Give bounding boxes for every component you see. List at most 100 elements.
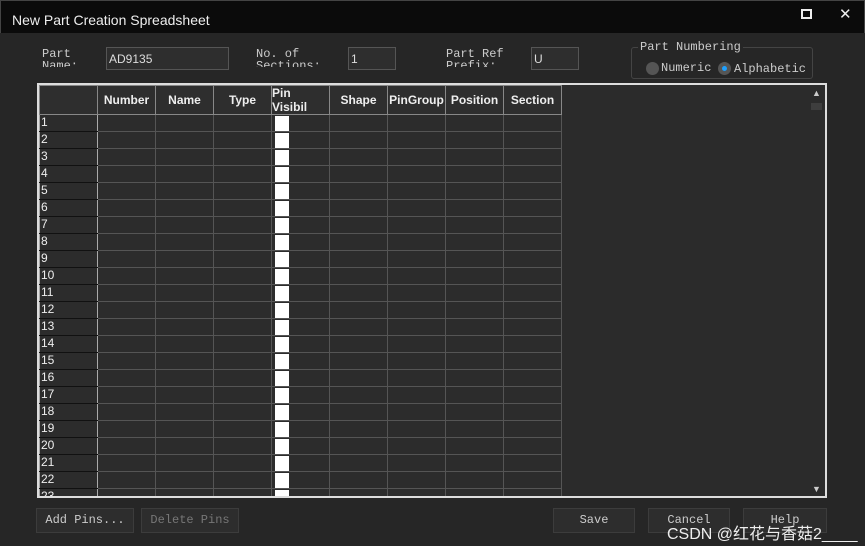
grid-cell[interactable] (387, 471, 446, 489)
pin-visible-checkbox[interactable] (275, 422, 289, 437)
grid-cell[interactable] (329, 420, 388, 438)
alphabetic-label[interactable]: Alphabetic (734, 63, 806, 75)
grid-cell[interactable] (329, 233, 388, 251)
grid-cell[interactable] (387, 114, 446, 132)
grid-cell[interactable] (387, 199, 446, 217)
grid-cell[interactable] (329, 403, 388, 421)
grid-cell[interactable] (213, 454, 272, 472)
grid-cell[interactable] (97, 369, 156, 387)
row-header[interactable]: 6 (39, 199, 98, 217)
column-header[interactable]: Shape (329, 85, 388, 115)
row-header[interactable]: 4 (39, 165, 98, 183)
grid-cell[interactable] (445, 114, 504, 132)
grid-cell[interactable] (271, 131, 330, 149)
grid-cell[interactable] (97, 114, 156, 132)
grid-cell[interactable] (503, 250, 562, 268)
grid-cell[interactable] (329, 148, 388, 166)
pin-visible-checkbox[interactable] (275, 201, 289, 216)
row-header[interactable]: 9 (39, 250, 98, 268)
grid-cell[interactable] (213, 165, 272, 183)
grid-cell[interactable] (97, 318, 156, 336)
grid-cell[interactable] (329, 301, 388, 319)
grid-cell[interactable] (155, 267, 214, 285)
grid-cell[interactable] (503, 148, 562, 166)
pin-visible-checkbox[interactable] (275, 320, 289, 335)
pin-visible-checkbox[interactable] (275, 490, 289, 496)
alphabetic-radio[interactable] (718, 62, 731, 75)
grid-cell[interactable] (503, 335, 562, 353)
grid-cell[interactable] (155, 318, 214, 336)
numeric-radio[interactable] (646, 62, 659, 75)
pin-visible-checkbox[interactable] (275, 286, 289, 301)
pin-visible-checkbox[interactable] (275, 167, 289, 182)
grid-cell[interactable] (445, 284, 504, 302)
grid-cell[interactable] (213, 437, 272, 455)
grid-cell[interactable] (155, 284, 214, 302)
grid-cell[interactable] (271, 352, 330, 370)
row-header[interactable]: 12 (39, 301, 98, 319)
grid-cell[interactable] (445, 148, 504, 166)
grid-cell[interactable] (155, 216, 214, 234)
maximize-icon[interactable] (801, 9, 812, 19)
grid-cell[interactable] (445, 335, 504, 353)
grid-cell[interactable] (445, 403, 504, 421)
grid-cell[interactable] (97, 165, 156, 183)
grid-cell[interactable] (329, 267, 388, 285)
grid-cell[interactable] (213, 267, 272, 285)
grid-cell[interactable] (503, 301, 562, 319)
grid-cell[interactable] (97, 250, 156, 268)
grid-cell[interactable] (213, 114, 272, 132)
grid-cell[interactable] (329, 352, 388, 370)
grid-cell[interactable] (503, 284, 562, 302)
grid-cell[interactable] (155, 454, 214, 472)
grid-cell[interactable] (387, 454, 446, 472)
close-icon[interactable]: ✕ (839, 5, 852, 23)
pin-visible-checkbox[interactable] (275, 303, 289, 318)
grid-cell[interactable] (503, 454, 562, 472)
grid-cell[interactable] (445, 352, 504, 370)
pin-visible-checkbox[interactable] (275, 337, 289, 352)
grid-cell[interactable] (97, 131, 156, 149)
grid-cell[interactable] (503, 352, 562, 370)
grid-cell[interactable] (97, 352, 156, 370)
grid-cell[interactable] (445, 318, 504, 336)
grid-cell[interactable] (503, 199, 562, 217)
grid-cell[interactable] (97, 284, 156, 302)
grid-cell[interactable] (503, 318, 562, 336)
grid-cell[interactable] (329, 182, 388, 200)
column-header[interactable]: Position (445, 85, 504, 115)
grid-cell[interactable] (329, 471, 388, 489)
grid-cell[interactable] (445, 369, 504, 387)
grid-cell[interactable] (503, 471, 562, 489)
grid-cell[interactable] (155, 437, 214, 455)
grid-cell[interactable] (271, 301, 330, 319)
grid-cell[interactable] (503, 233, 562, 251)
grid-cell[interactable] (271, 114, 330, 132)
grid-cell[interactable] (213, 182, 272, 200)
grid-cell[interactable] (329, 250, 388, 268)
grid-cell[interactable] (155, 233, 214, 251)
grid-cell[interactable] (387, 233, 446, 251)
grid-cell[interactable] (329, 454, 388, 472)
pin-visible-checkbox[interactable] (275, 473, 289, 488)
row-header[interactable]: 2 (39, 131, 98, 149)
grid-cell[interactable] (213, 352, 272, 370)
grid-cell[interactable] (503, 488, 562, 496)
row-header[interactable]: 10 (39, 267, 98, 285)
grid-cell[interactable] (155, 420, 214, 438)
grid-cell[interactable] (97, 233, 156, 251)
grid-cell[interactable] (271, 199, 330, 217)
row-header[interactable]: 14 (39, 335, 98, 353)
grid-cell[interactable] (329, 114, 388, 132)
grid-cell[interactable] (329, 199, 388, 217)
grid-cell[interactable] (271, 420, 330, 438)
grid-cell[interactable] (445, 131, 504, 149)
grid-cell[interactable] (271, 386, 330, 404)
pin-visible-checkbox[interactable] (275, 184, 289, 199)
grid-cell[interactable] (503, 437, 562, 455)
grid-cell[interactable] (445, 420, 504, 438)
grid-cell[interactable] (387, 267, 446, 285)
grid-cell[interactable] (329, 318, 388, 336)
grid-cell[interactable] (503, 131, 562, 149)
grid-cell[interactable] (155, 352, 214, 370)
